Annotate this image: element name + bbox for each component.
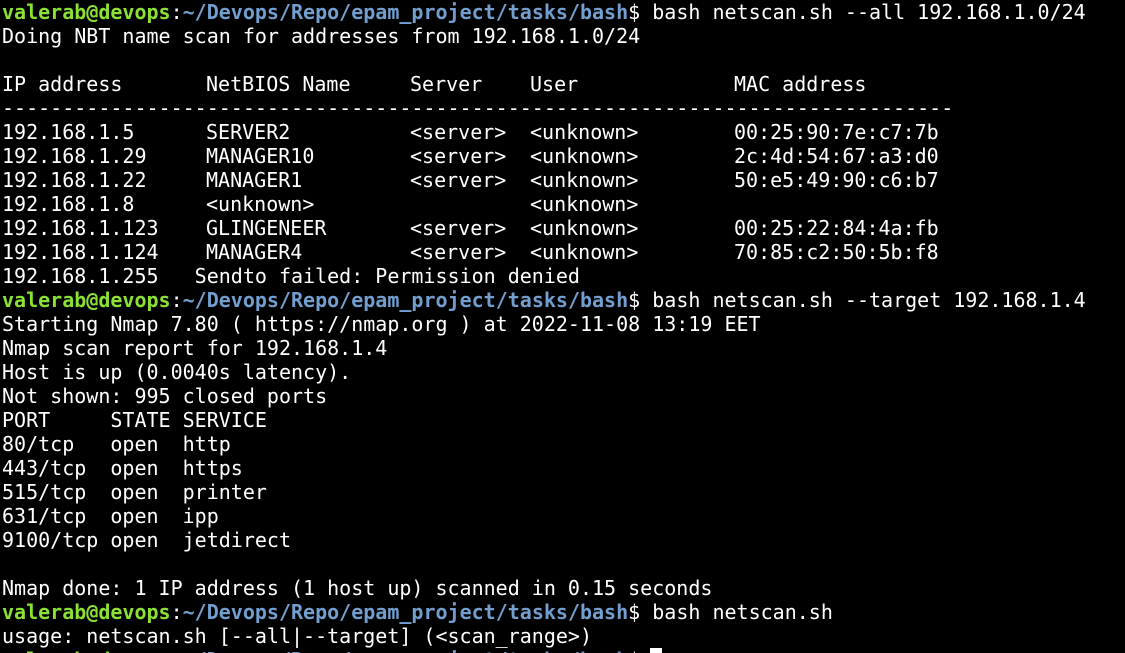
text-cursor[interactable] xyxy=(650,648,662,653)
cell-mac: 00:25:22:84:4a:fb xyxy=(734,216,939,240)
table-row: 192.168.1.22 MANAGER1 <server> <unknown>… xyxy=(2,168,939,192)
prompt-dollar: $ xyxy=(628,648,640,653)
cell-ip: 192.168.1.29 xyxy=(2,144,147,168)
cell-ip: 192.168.1.124 xyxy=(2,240,159,264)
prompt-line-4: valerab@devops:~/Devops/Repo/epam_projec… xyxy=(2,648,640,653)
cell-netbios: MANAGER10 xyxy=(206,144,315,168)
header-netbios: NetBIOS Name xyxy=(206,72,351,96)
cell-user: <unknown> xyxy=(530,144,639,168)
prompt-dollar: $ xyxy=(628,288,641,312)
command-text: bash netscan.sh xyxy=(640,600,833,624)
prompt-dollar: $ xyxy=(628,0,641,24)
output-line: Starting Nmap 7.80 ( https://nmap.org ) … xyxy=(2,312,761,336)
cell-mac: 70:85:c2:50:5b:f8 xyxy=(734,240,939,264)
port-row: 631/tcp open ipp xyxy=(2,504,219,528)
prompt-path: ~/Devops/Repo/epam_project/tasks/bash xyxy=(182,600,629,624)
cell-user: <unknown> xyxy=(530,240,639,264)
cell-user: <unknown> xyxy=(530,168,639,192)
cell-server: <server> xyxy=(410,120,507,144)
prompt-user-host: valerab@devops xyxy=(2,0,171,24)
header-user: User xyxy=(530,72,579,96)
prompt-path: ~/Devops/Repo/epam_project/tasks/bash xyxy=(182,0,629,24)
prompt-line-1: valerab@devops:~/Devops/Repo/epam_projec… xyxy=(2,0,1086,24)
output-line: Doing NBT name scan for addresses from 1… xyxy=(2,24,641,48)
prompt-user-host: valerab@devops xyxy=(2,600,171,624)
header-ip: IP address xyxy=(2,72,123,96)
port-row: 80/tcp open http xyxy=(2,432,231,456)
port-row: 515/tcp open printer xyxy=(2,480,267,504)
cell-ip: 192.168.1.5 xyxy=(2,120,135,144)
command-text: bash netscan.sh --target 192.168.1.4 xyxy=(640,288,1086,312)
table-separator: ----------------------------------------… xyxy=(2,96,954,120)
cell-server: <server> xyxy=(410,168,507,192)
cell-mac: 50:e5:49:90:c6:b7 xyxy=(734,168,939,192)
table-row: 192.168.1.5 SERVER2 <server> <unknown> 0… xyxy=(2,120,939,144)
prompt-colon: : xyxy=(171,648,183,653)
header-mac: MAC address xyxy=(734,72,867,96)
cell-ip: 192.168.1.8 xyxy=(2,192,135,216)
error-line: 192.168.1.255 Sendto failed: Permission … xyxy=(2,264,580,288)
prompt-user-host: valerab@devops xyxy=(2,288,171,312)
table-row: 192.168.1.124 MANAGER4 <server> <unknown… xyxy=(2,240,939,264)
prompt-colon: : xyxy=(170,288,183,312)
cell-ip: 192.168.1.22 xyxy=(2,168,147,192)
cell-server: <server> xyxy=(410,216,507,240)
prompt-line-3: valerab@devops:~/Devops/Repo/epam_projec… xyxy=(2,600,833,624)
output-line: Not shown: 995 closed ports xyxy=(2,384,328,408)
cell-mac: 2c:4d:54:67:a3:d0 xyxy=(734,144,939,168)
table-row: 192.168.1.123 GLINGENEER <server> <unkno… xyxy=(2,216,939,240)
cell-netbios: SERVER2 xyxy=(206,120,291,144)
usage-line: usage: netscan.sh [--all|--target] (<sca… xyxy=(2,624,593,648)
output-line: Nmap scan report for 192.168.1.4 xyxy=(2,336,388,360)
nbt-table-header: IP address NetBIOS Name Server User MAC … xyxy=(2,72,866,96)
prompt-dollar: $ xyxy=(628,600,641,624)
output-line: Host is up (0.0040s latency). xyxy=(2,360,352,384)
cell-server: <server> xyxy=(410,240,507,264)
cell-netbios: MANAGER4 xyxy=(206,240,303,264)
cell-ip: 192.168.1.123 xyxy=(2,216,159,240)
table-row: 192.168.1.8 <unknown> <unknown> xyxy=(2,192,638,216)
prompt-colon: : xyxy=(170,600,183,624)
cell-user: <unknown> xyxy=(530,192,639,216)
output-line: Nmap done: 1 IP address (1 host up) scan… xyxy=(2,576,713,600)
cell-netbios: <unknown> xyxy=(206,192,315,216)
prompt-colon: : xyxy=(170,0,183,24)
port-row: 443/tcp open https xyxy=(2,456,243,480)
header-server: Server xyxy=(410,72,483,96)
cell-mac: 00:25:90:7e:c7:7b xyxy=(734,120,939,144)
port-row: 9100/tcp open jetdirect xyxy=(2,528,291,552)
cell-netbios: GLINGENEER xyxy=(206,216,327,240)
prompt-path: ~/Devops/Repo/epam_project/tasks/bash xyxy=(182,288,629,312)
table-row: 192.168.1.29 MANAGER10 <server> <unknown… xyxy=(2,144,939,168)
cell-user: <unknown> xyxy=(530,120,639,144)
terminal-window[interactable]: valerab@devops:~/Devops/Repo/epam_projec… xyxy=(0,0,1125,653)
prompt-path: ~/Devops/Repo/epam_project/tasks/bash xyxy=(183,648,629,653)
prompt-line-2: valerab@devops:~/Devops/Repo/epam_projec… xyxy=(2,288,1086,312)
command-text: bash netscan.sh --all 192.168.1.0/24 xyxy=(640,0,1086,24)
cell-server: <server> xyxy=(410,144,507,168)
prompt-user-host: valerab@devops xyxy=(2,648,171,653)
cell-user: <unknown> xyxy=(530,216,639,240)
port-table-header: PORT STATE SERVICE xyxy=(2,408,267,432)
cell-netbios: MANAGER1 xyxy=(206,168,303,192)
